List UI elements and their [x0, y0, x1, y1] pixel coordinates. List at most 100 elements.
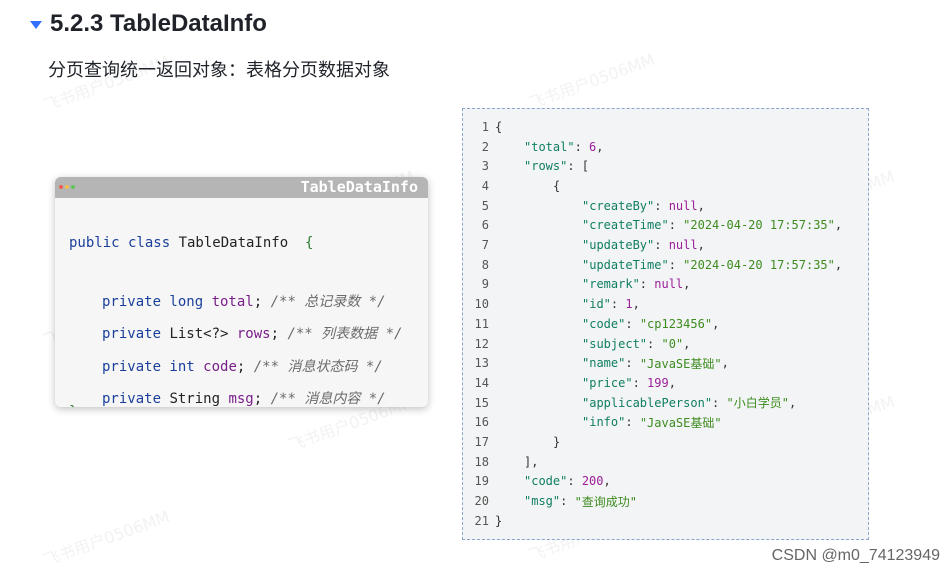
json-token: {	[495, 119, 503, 134]
code-token: /** 消息状态码 */	[253, 359, 383, 375]
line-number: 12	[474, 336, 489, 351]
line-number: 14	[474, 375, 489, 390]
json-line: 2 "total": 6,	[463, 137, 604, 157]
code-line: private String msg; /** 消息内容 */	[102, 388, 386, 407]
json-token: "code"	[524, 474, 568, 489]
line-number: 7	[481, 238, 489, 253]
code-token: }	[69, 404, 77, 407]
json-token: :	[560, 494, 575, 509]
code-card-title: TableDataInfo	[300, 178, 418, 196]
json-token: "total"	[524, 139, 575, 154]
json-token: "JavaSE基础"	[639, 356, 722, 371]
line-number: 10	[474, 297, 489, 312]
json-token: :	[639, 277, 655, 292]
json-token: null	[668, 238, 698, 253]
section-heading: 5.2.3 TableDataInfo	[30, 6, 267, 42]
json-token: :	[654, 238, 669, 253]
footer-credit: CSDN @m0_74123949	[771, 547, 940, 564]
code-token: ;	[270, 326, 288, 342]
json-token: ,	[697, 198, 705, 213]
json-token: ,	[668, 375, 676, 390]
json-token: "applicablePerson"	[582, 395, 713, 410]
json-token: "subject"	[582, 336, 648, 351]
line-number: 1	[481, 119, 489, 134]
line-number: 18	[474, 454, 489, 469]
collapse-triangle-icon[interactable]	[30, 21, 42, 29]
json-line: 15 "applicablePerson": "小白学员",	[463, 393, 797, 413]
code-line: private List<?> rows; /** 列表数据 */	[102, 323, 402, 343]
code-token: /** 总记录数 */	[270, 294, 386, 310]
code-card-titlebar: TableDataInfo	[55, 177, 428, 198]
json-line: 4{	[463, 176, 560, 196]
json-token: :	[610, 297, 626, 312]
section-title: 5.2.3 TableDataInfo	[50, 10, 267, 37]
json-line: 9 "remark": null,	[463, 275, 691, 295]
json-token: :	[625, 415, 640, 430]
json-line: 19 "code": 200,	[463, 472, 611, 492]
code-token: total	[211, 294, 254, 310]
code-line: public class TableDataInfo {	[69, 235, 313, 251]
json-token: "info"	[582, 415, 626, 430]
json-token: ,	[683, 277, 691, 292]
section-description: 分页查询统一返回对象：表格分页数据对象	[48, 60, 390, 81]
window-maximize-dot-icon	[71, 185, 75, 189]
line-number: 4	[481, 178, 489, 193]
json-token: "createTime"	[582, 218, 669, 233]
line-number: 5	[481, 198, 489, 213]
json-token: {	[553, 178, 561, 193]
json-line: 14 "price": 199,	[463, 373, 676, 393]
json-token: ,	[712, 316, 720, 331]
line-number: 9	[481, 277, 489, 292]
json-line: 16 "info": "JavaSE基础"	[463, 413, 722, 433]
json-token: 1	[625, 297, 633, 312]
json-token: ],	[524, 454, 539, 469]
json-token: :	[574, 139, 590, 154]
json-token: "查询成功"	[574, 494, 638, 509]
json-token: "2024-04-20 17:57:35"	[683, 257, 835, 272]
json-token: "rows"	[524, 159, 568, 174]
json-line: 6 "createTime": "2024-04-20 17:57:35",	[463, 216, 842, 236]
json-line: 13 "name": "JavaSE基础",	[463, 353, 729, 373]
json-token: :	[668, 257, 684, 272]
json-line: 11 "code": "cp123456",	[463, 314, 720, 334]
code-token: /** 消息内容 */	[270, 391, 386, 407]
json-line: 20 "msg": "查询成功"	[463, 491, 637, 511]
json-token: "remark"	[582, 277, 640, 292]
code-token: ;	[236, 359, 254, 375]
code-token: rows	[236, 326, 271, 342]
json-token: ,	[697, 238, 705, 253]
json-token: ,	[834, 257, 843, 272]
json-token: 199	[647, 375, 669, 390]
code-line: }	[69, 404, 77, 407]
line-number: 19	[474, 474, 489, 489]
code-token: List<?>	[169, 326, 237, 342]
json-token: }	[553, 435, 561, 450]
code-token: String	[169, 391, 229, 407]
window-minimize-dot-icon	[65, 185, 69, 189]
json-token: "cp123456"	[639, 316, 713, 331]
json-token: ,	[788, 395, 797, 410]
json-line: 7 "updateBy": null,	[463, 235, 705, 255]
json-line: 10 "id": 1,	[463, 294, 640, 314]
code-token: private int	[102, 359, 204, 375]
json-token: "code"	[582, 316, 626, 331]
json-code-block: 1{2 "total": 6, 3 "rows": [4{5 "createBy": n…	[462, 108, 869, 540]
json-line: 12 "subject": "0",	[463, 334, 691, 354]
json-token: "2024-04-20 17:57:35"	[683, 218, 835, 233]
json-token: "price"	[582, 375, 633, 390]
line-number: 20	[474, 494, 489, 509]
json-token: ,	[721, 356, 729, 371]
line-number: 15	[474, 395, 489, 410]
json-token: :	[668, 218, 684, 233]
json-token: ,	[632, 297, 640, 312]
json-line: 18],	[463, 452, 539, 472]
line-number: 8	[481, 257, 489, 272]
window-close-dot-icon	[59, 185, 63, 189]
code-token: public class	[69, 235, 179, 251]
json-token: :	[654, 198, 669, 213]
code-token: /** 列表数据 */	[287, 326, 403, 342]
line-number: 13	[474, 356, 489, 371]
json-token: 200	[581, 474, 604, 489]
line-number: 17	[474, 435, 489, 450]
json-line: 17}	[463, 432, 561, 452]
